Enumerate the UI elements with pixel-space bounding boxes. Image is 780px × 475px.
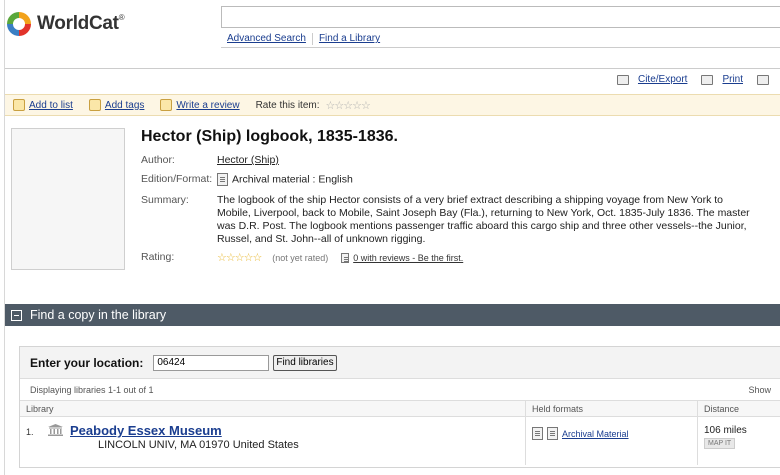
rating-field: Rating: ☆☆☆☆☆ (not yet rated) 0 with rev… xyxy=(141,251,463,264)
row-number: 1. xyxy=(26,427,34,437)
add-to-list-action[interactable]: Add to list xyxy=(13,99,73,111)
add-tags-link[interactable]: Add tags xyxy=(105,100,144,111)
find-libraries-button[interactable]: Find libraries xyxy=(273,354,337,371)
distance-cell: 106 miles MAP IT xyxy=(698,417,780,465)
pencil-icon xyxy=(160,99,173,111)
col-distance[interactable]: Distance xyxy=(698,401,780,416)
page: WorldCat® Advanced Search Find a Library… xyxy=(4,0,780,475)
summary-text: The logbook of the ship Hector consists … xyxy=(217,194,750,245)
display-count: Displaying libraries 1-1 out of 1 xyxy=(30,384,154,395)
worldcat-logo-icon xyxy=(7,12,31,36)
held-format-cell: Archival Material xyxy=(526,417,698,465)
table-row: 1. Peabody Essex Museum LINCOLN UNIV, MA… xyxy=(20,417,780,465)
author-label: Author: xyxy=(141,154,175,166)
cite-icon xyxy=(616,74,629,85)
col-library[interactable]: Library xyxy=(20,401,526,416)
location-label: Enter your location: xyxy=(30,355,144,370)
map-it-button[interactable]: MAP IT xyxy=(704,438,736,449)
email-icon[interactable] xyxy=(757,74,769,85)
advanced-search-link[interactable]: Advanced Search xyxy=(221,33,312,44)
add-to-list-link[interactable]: Add to list xyxy=(29,100,73,111)
edition-label: Edition/Format: xyxy=(141,173,213,185)
search-input[interactable] xyxy=(221,6,780,28)
library-building-icon xyxy=(48,424,63,436)
add-tags-action[interactable]: Add tags xyxy=(88,99,144,111)
cite-export-link[interactable]: Cite/Export xyxy=(638,74,687,85)
distance-value: 106 miles xyxy=(704,425,747,436)
show-control[interactable]: Show xyxy=(748,385,771,395)
archival-material-icon xyxy=(217,173,228,186)
edition-value: Archival material : English xyxy=(217,173,353,186)
collapse-icon[interactable] xyxy=(11,309,22,321)
display-count-row: Displaying libraries 1-1 out of 1 Show xyxy=(20,379,780,401)
print-icon xyxy=(701,74,714,85)
col-held-formats[interactable]: Held formats xyxy=(526,401,698,416)
find-copy-heading: Find a copy in the library xyxy=(30,308,167,322)
document-icon xyxy=(532,427,543,440)
location-input[interactable] xyxy=(153,354,270,371)
edition-field: Edition/Format: Archival material : Engl… xyxy=(141,173,353,186)
header-divider xyxy=(5,68,780,69)
rating-label: Rating: xyxy=(141,251,175,263)
tag-icon xyxy=(88,99,101,111)
author-link[interactable]: Hector (Ship) xyxy=(217,154,279,166)
library-table-header: Library Held formats Distance xyxy=(20,401,780,417)
find-copy-header[interactable]: Find a copy in the library xyxy=(5,304,780,326)
find-a-library-link[interactable]: Find a Library xyxy=(313,33,386,44)
library-name-link[interactable]: Peabody Essex Museum xyxy=(70,423,222,438)
reviews-link[interactable]: 0 with reviews - Be the first. xyxy=(353,253,463,263)
rating-stars-icon: ☆☆☆☆☆ xyxy=(217,252,262,264)
cover-image-placeholder xyxy=(11,128,125,270)
find-copy-panel: Enter your location: Find libraries Disp… xyxy=(19,346,780,468)
rate-label: Rate this item: xyxy=(255,99,320,111)
review-icon xyxy=(341,253,350,264)
summary-field: Summary: The logbook of the ship Hector … xyxy=(141,194,757,246)
location-row: Enter your location: Find libraries xyxy=(20,347,780,379)
search-nav: Advanced Search Find a Library xyxy=(221,30,780,48)
worldcat-logo-text: WorldCat® xyxy=(37,13,125,34)
library-address: LINCOLN UNIV, MA 01970 United States xyxy=(98,439,299,451)
worldcat-logo[interactable]: WorldCat® xyxy=(5,8,125,40)
held-format-link[interactable]: Archival Material xyxy=(562,429,629,439)
write-review-action[interactable]: Write a review xyxy=(160,99,240,111)
library-cell: 1. Peabody Essex Museum LINCOLN UNIV, MA… xyxy=(20,417,526,465)
rate-item: Rate this item: ☆☆☆☆☆ xyxy=(255,99,371,112)
write-review-link[interactable]: Write a review xyxy=(176,100,239,111)
item-action-bar: Add to list Add tags Write a review Rate… xyxy=(5,94,780,116)
record-title: Hector (Ship) logbook, 1835-1836. xyxy=(141,128,398,145)
author-field: Author: Hector (Ship) xyxy=(141,154,279,166)
rating-value: ☆☆☆☆☆ (not yet rated) 0 with reviews - B… xyxy=(217,251,463,264)
archival-material-icon xyxy=(547,427,558,440)
print-link[interactable]: Print xyxy=(722,74,743,85)
rate-stars-icon[interactable]: ☆☆☆☆☆ xyxy=(326,99,371,112)
list-icon xyxy=(13,99,25,111)
record-tools: Cite/Export Print xyxy=(616,74,772,85)
summary-label: Summary: xyxy=(141,194,189,206)
rating-note: (not yet rated) xyxy=(272,253,329,263)
